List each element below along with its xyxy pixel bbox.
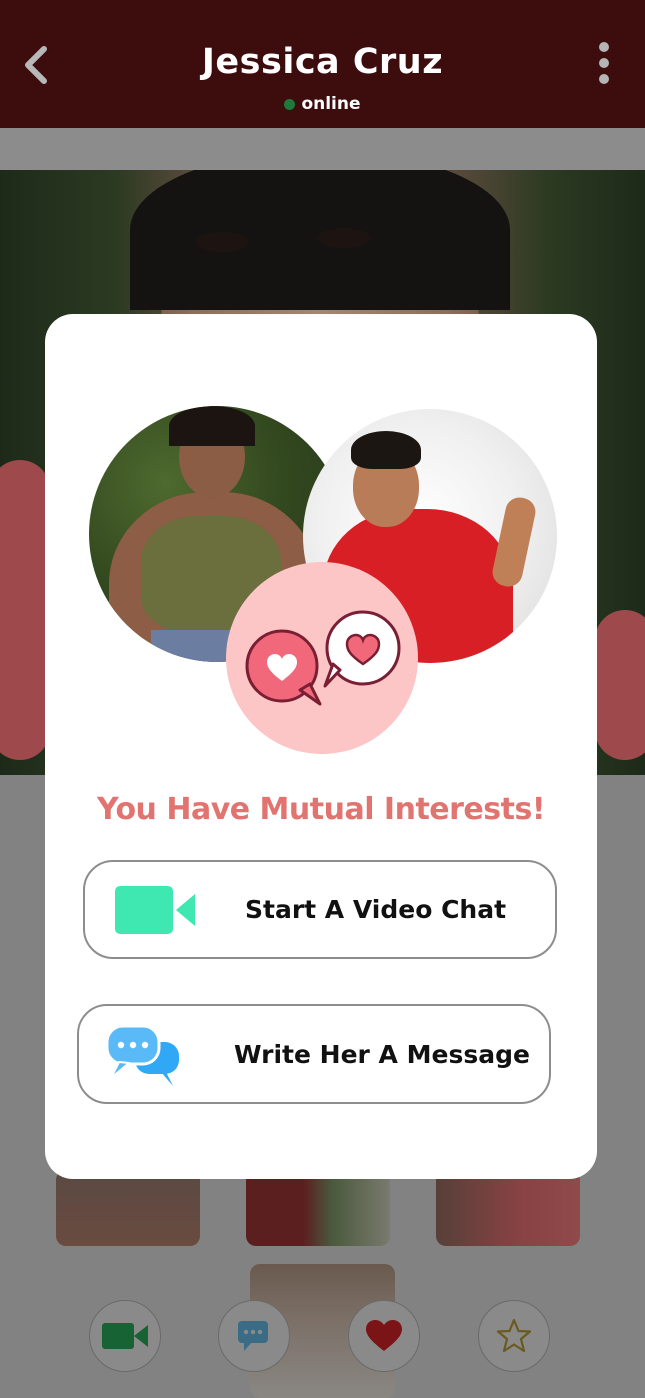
start-video-chat-label: Start A Video Chat [245, 895, 507, 924]
gallery-thumbnail[interactable] [436, 1170, 580, 1246]
mutual-interest-dialog: You Have Mutual Interests! Start A Video… [45, 314, 597, 1179]
photo-eye [196, 232, 248, 252]
mutual-badge [226, 562, 418, 754]
online-dot-icon [284, 98, 296, 110]
more-vertical-icon [599, 42, 609, 52]
heart-icon [366, 1320, 402, 1351]
contact-name: Jessica Cruz [201, 42, 444, 82]
photo-sleeve [595, 610, 645, 760]
video-camera-icon [102, 1323, 148, 1349]
write-message-label: Write Her A Message [234, 1039, 530, 1069]
him-hair [351, 431, 421, 469]
message-button[interactable] [218, 1300, 290, 1372]
write-message-button[interactable]: Write Her A Message [77, 1004, 551, 1104]
gallery-thumbnail[interactable] [56, 1170, 200, 1246]
more-options-button[interactable] [588, 38, 620, 88]
more-vertical-icon-dot [599, 74, 609, 84]
photo-eye [318, 228, 370, 248]
favorite-button[interactable] [478, 1300, 550, 1372]
photo-sleeve [0, 460, 50, 760]
app-header: Jessica Cruz online [0, 0, 645, 128]
online-status: online [0, 94, 645, 114]
heart-chat-bubbles-icon [245, 610, 401, 706]
mutual-interest-headline: You Have Mutual Interests! [96, 792, 546, 827]
her-hair [169, 406, 255, 446]
star-icon [496, 1318, 532, 1353]
start-video-chat-button[interactable]: Start A Video Chat [83, 860, 557, 959]
more-vertical-icon-dot [599, 58, 609, 68]
chat-icon [238, 1321, 268, 1351]
like-button[interactable] [348, 1300, 420, 1372]
status-label: online [301, 94, 361, 114]
video-call-button[interactable] [89, 1300, 161, 1372]
chat-bubbles-icon [105, 1024, 179, 1086]
video-camera-icon [115, 886, 195, 934]
background-strip [0, 128, 645, 170]
gallery-thumbnail[interactable] [246, 1170, 390, 1246]
